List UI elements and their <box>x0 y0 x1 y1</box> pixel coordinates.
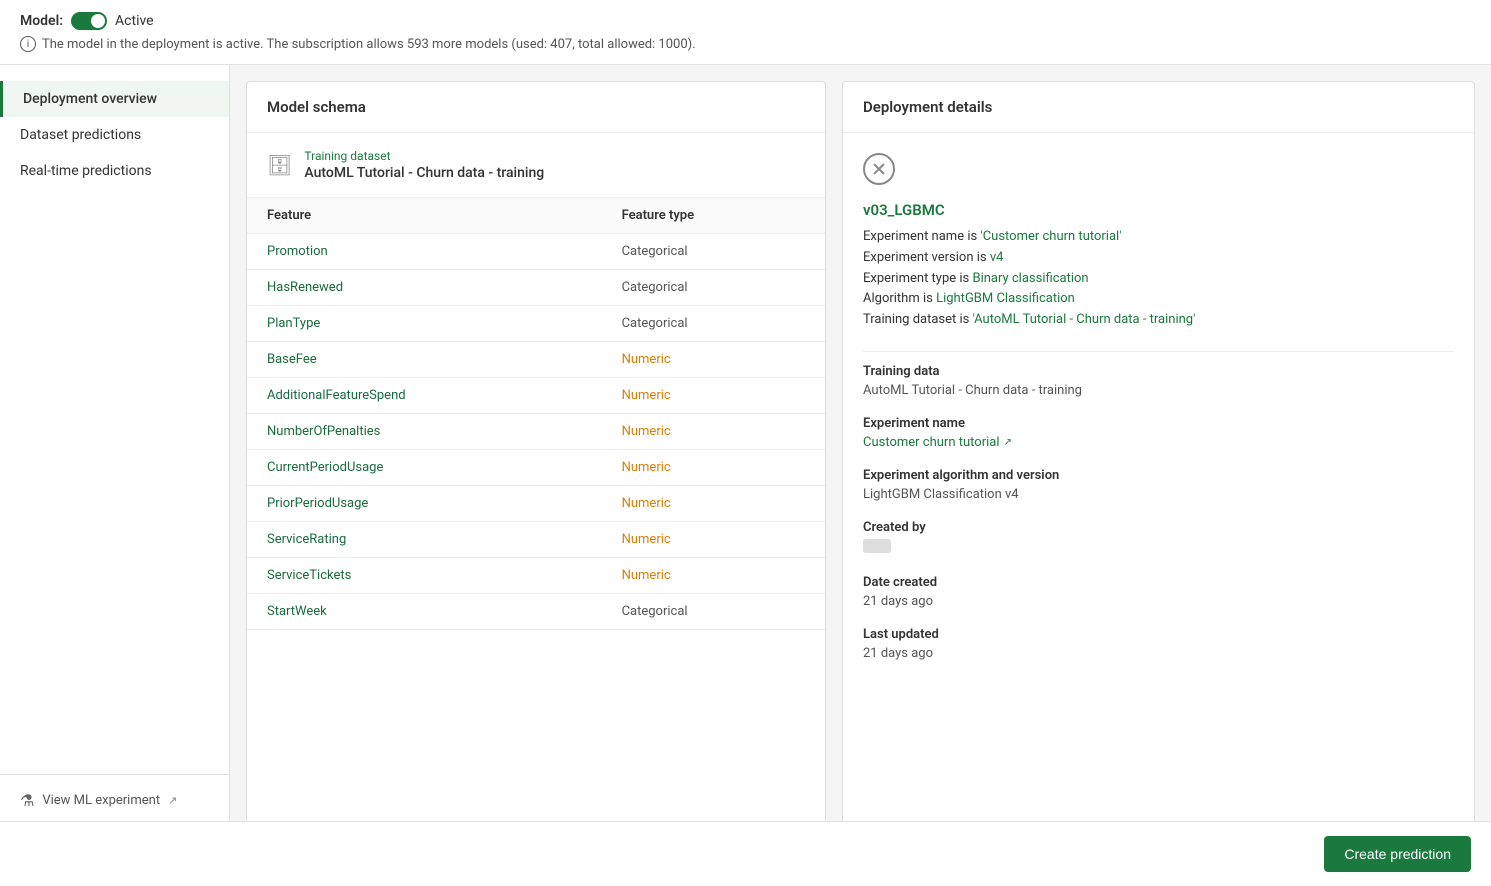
table-row: ServiceRatingNumeric <box>247 522 825 558</box>
info-icon: i <box>20 36 36 52</box>
experiment-info-line: Experiment type is Binary classification <box>863 269 1454 290</box>
table-row: AdditionalFeatureSpendNumeric <box>247 378 825 414</box>
table-row: StartWeekCategorical <box>247 594 825 630</box>
schema-panel: Model schema 🗄 Training dataset AutoML T… <box>246 81 826 865</box>
model-icon <box>863 153 895 185</box>
feature-type: Numeric <box>602 522 825 558</box>
view-ml-label: View ML experiment <box>42 793 160 808</box>
experiment-info-line: Training dataset is 'AutoML Tutorial - C… <box>863 310 1454 331</box>
created-by-avatar <box>863 539 891 553</box>
algorithm-value: LightGBM Classification v4 <box>863 487 1454 502</box>
training-data-section: Training data AutoML Tutorial - Churn da… <box>863 364 1454 398</box>
table-row: PriorPeriodUsageNumeric <box>247 486 825 522</box>
last-updated-label: Last updated <box>863 627 1454 642</box>
sidebar: Deployment overview Dataset predictions … <box>0 65 230 881</box>
info-bar: i The model in the deployment is active.… <box>20 36 1471 52</box>
training-data-value: AutoML Tutorial - Churn data - training <box>863 383 1454 398</box>
model-version: v03_LGBMC <box>863 201 1454 219</box>
feature-type: Categorical <box>602 594 825 630</box>
experiment-name-section: Experiment name Customer churn tutorial … <box>863 416 1454 450</box>
feature-name: StartWeek <box>247 594 602 630</box>
details-content: v03_LGBMC Experiment name is 'Customer c… <box>843 133 1474 699</box>
feature-table: Feature Feature type PromotionCategorica… <box>247 198 825 630</box>
table-row: PromotionCategorical <box>247 234 825 270</box>
feature-name: HasRenewed <box>247 270 602 306</box>
model-label: Model: <box>20 13 63 29</box>
experiment-info-line: Experiment name is 'Customer churn tutor… <box>863 227 1454 248</box>
created-by-label: Created by <box>863 520 1454 535</box>
table-row: NumberOfPenaltiesNumeric <box>247 414 825 450</box>
sidebar-item-real-time-predictions[interactable]: Real-time predictions <box>0 153 229 189</box>
feature-type: Numeric <box>602 486 825 522</box>
experiment-name-label: Experiment name <box>863 416 1454 431</box>
col-feature-type: Feature type <box>602 198 825 234</box>
table-row: BaseFeeNumeric <box>247 342 825 378</box>
content-area: Model schema 🗄 Training dataset AutoML T… <box>230 65 1491 881</box>
divider-1 <box>863 351 1454 352</box>
table-row: CurrentPeriodUsageNumeric <box>247 450 825 486</box>
training-dataset-name: AutoML Tutorial - Churn data - training <box>304 165 544 181</box>
feature-name: ServiceRating <box>247 522 602 558</box>
date-created-value: 21 days ago <box>863 594 1454 609</box>
feature-name: PlanType <box>247 306 602 342</box>
experiment-info-line: Experiment version is v4 <box>863 248 1454 269</box>
feature-type: Numeric <box>602 558 825 594</box>
feature-name: NumberOfPenalties <box>247 414 602 450</box>
feature-type: Numeric <box>602 378 825 414</box>
feature-type: Categorical <box>602 270 825 306</box>
feature-name: AdditionalFeatureSpend <box>247 378 602 414</box>
feature-type: Categorical <box>602 234 825 270</box>
training-dataset-section: 🗄 Training dataset AutoML Tutorial - Chu… <box>247 133 825 198</box>
external-link-icon: ↗ <box>168 794 177 807</box>
info-message: The model in the deployment is active. T… <box>42 37 696 52</box>
training-dataset-info: Training dataset AutoML Tutorial - Churn… <box>304 149 544 181</box>
feature-name: BaseFee <box>247 342 602 378</box>
experiment-info-line: Algorithm is LightGBM Classification <box>863 289 1454 310</box>
created-by-section: Created by <box>863 520 1454 557</box>
table-row: HasRenewedCategorical <box>247 270 825 306</box>
model-toggle[interactable] <box>71 12 107 30</box>
flask-icon: ⚗ <box>20 791 34 810</box>
sidebar-item-dataset-predictions[interactable]: Dataset predictions <box>0 117 229 153</box>
feature-name: CurrentPeriodUsage <box>247 450 602 486</box>
feature-type: Numeric <box>602 414 825 450</box>
database-icon: 🗄 <box>267 153 292 177</box>
experiment-name-link[interactable]: Customer churn tutorial ↗ <box>863 435 1454 450</box>
table-row: ServiceTicketsNumeric <box>247 558 825 594</box>
sidebar-bottom: ⚗ View ML experiment ↗ <box>0 774 230 826</box>
model-status-bar: Model: Active <box>20 12 1471 30</box>
view-ml-experiment-link[interactable]: ⚗ View ML experiment ↗ <box>20 791 210 810</box>
date-created-section: Date created 21 days ago <box>863 575 1454 609</box>
training-dataset-label: Training dataset <box>304 149 544 163</box>
date-created-label: Date created <box>863 575 1454 590</box>
table-row: PlanTypeCategorical <box>247 306 825 342</box>
training-data-label: Training data <box>863 364 1454 379</box>
sidebar-item-deployment-overview[interactable]: Deployment overview <box>0 81 229 117</box>
details-panel: Deployment details v03_LGBMC Experiment … <box>842 81 1475 865</box>
last-updated-value: 21 days ago <box>863 646 1454 661</box>
experiment-info: Experiment name is 'Customer churn tutor… <box>863 227 1454 331</box>
footer: Create prediction <box>0 821 1491 886</box>
experiment-name-value: Customer churn tutorial <box>863 435 1000 450</box>
last-updated-section: Last updated 21 days ago <box>863 627 1454 661</box>
feature-type: Categorical <box>602 306 825 342</box>
feature-type: Numeric <box>602 450 825 486</box>
details-panel-title: Deployment details <box>843 82 1474 133</box>
create-prediction-button[interactable]: Create prediction <box>1324 836 1471 872</box>
feature-name: ServiceTickets <box>247 558 602 594</box>
schema-panel-title: Model schema <box>247 82 825 133</box>
main-layout: Deployment overview Dataset predictions … <box>0 65 1491 881</box>
col-feature: Feature <box>247 198 602 234</box>
feature-type: Numeric <box>602 342 825 378</box>
feature-name: PriorPeriodUsage <box>247 486 602 522</box>
algorithm-label: Experiment algorithm and version <box>863 468 1454 483</box>
active-status: Active <box>115 13 154 29</box>
feature-name: Promotion <box>247 234 602 270</box>
experiment-external-icon: ↗ <box>1004 437 1012 448</box>
algorithm-section: Experiment algorithm and version LightGB… <box>863 468 1454 502</box>
